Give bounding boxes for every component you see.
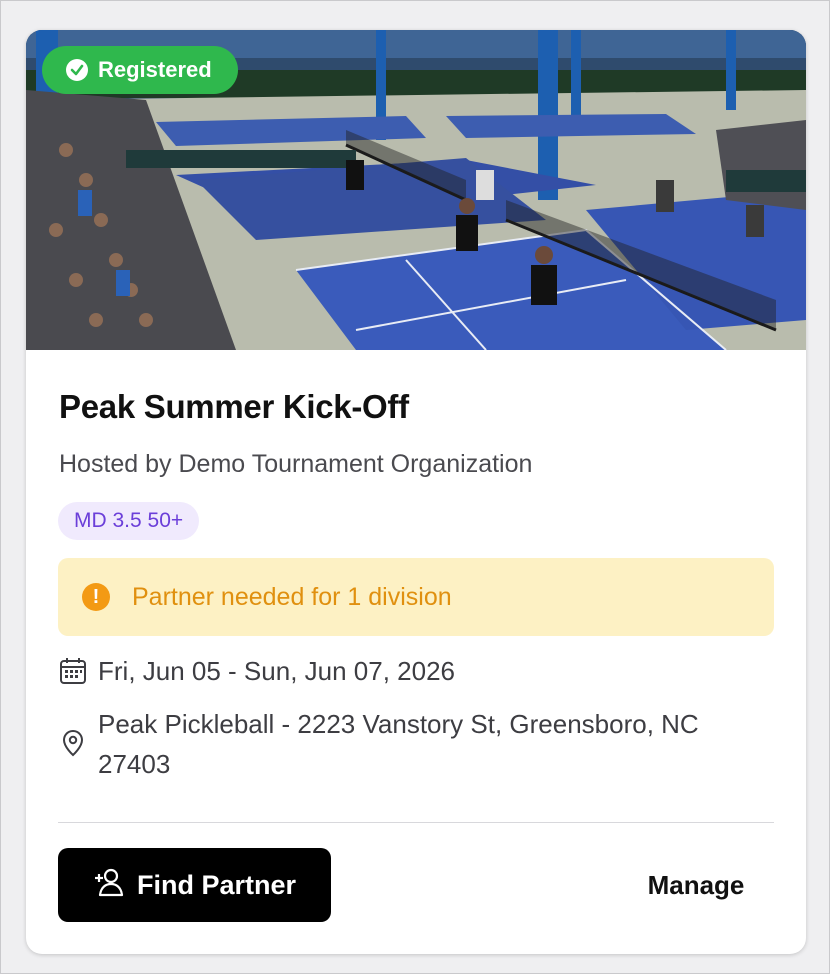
registered-badge: Registered <box>42 46 238 94</box>
event-host: Hosted by Demo Tournament Organization <box>59 450 533 478</box>
find-partner-label: Find Partner <box>136 869 297 900</box>
event-dates: Fri, Jun 05 - Sun, Jun 07, 2026 <box>58 656 455 687</box>
tournament-card[interactable]: Registered Peak Summer Kick-Off Hosted b… <box>26 30 806 954</box>
registered-label: Registered <box>98 57 212 82</box>
alert-text: Partner needed for 1 division <box>132 582 452 611</box>
exclamation-icon: ! <box>82 583 110 611</box>
division-tag: MD 3.5 50+ <box>58 502 200 540</box>
calendar-icon <box>58 656 88 686</box>
partner-needed-alert: ! Partner needed for 1 division <box>58 558 774 636</box>
event-dates-text: Fri, Jun 05 - Sun, Jun 07, 2026 <box>98 656 455 686</box>
find-partner-button[interactable]: Find Partner <box>58 848 331 922</box>
check-circle-icon <box>66 59 88 81</box>
map-pin-icon <box>58 728 88 758</box>
manage-button[interactable]: Manage <box>626 848 766 922</box>
event-title[interactable]: Peak Summer Kick-Off <box>59 388 409 426</box>
event-location: Peak Pickleball - 2223 Vanstory St, Gree… <box>58 704 778 784</box>
add-user-icon <box>93 867 125 904</box>
card-divider <box>58 822 774 823</box>
event-location-text: Peak Pickleball - 2223 Vanstory St, Gree… <box>98 709 699 779</box>
event-photo: Registered <box>26 30 806 350</box>
